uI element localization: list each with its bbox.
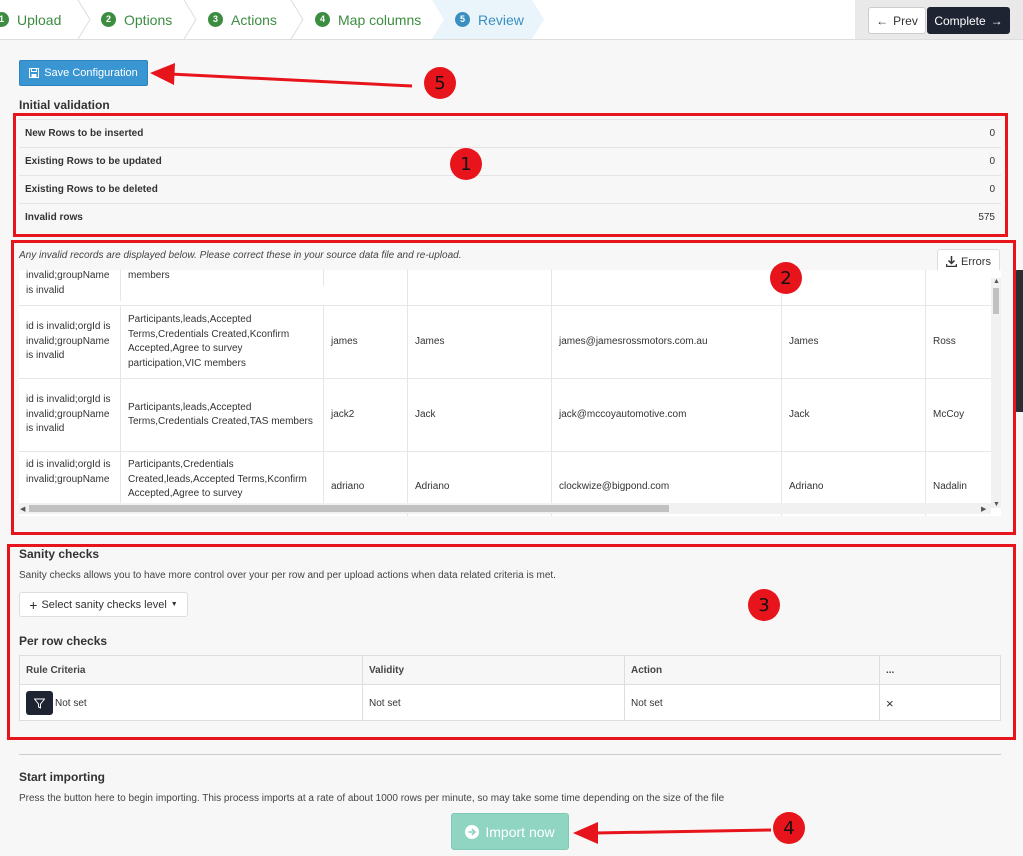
start-importing-title: Start importing	[19, 770, 105, 784]
step-actions[interactable]: 3 Actions	[208, 0, 277, 39]
arrow-right-icon: →	[990, 13, 1003, 28]
arrow-left-icon: ←	[876, 13, 889, 28]
wizard-nav: ← Prev Complete →	[855, 0, 1023, 39]
annotation-box-3	[7, 544, 1016, 740]
import-now-button[interactable]: Import now	[451, 813, 569, 850]
start-importing-description: Press the button here to begin importing…	[19, 793, 725, 804]
initial-validation-title: Initial validation	[19, 98, 110, 112]
save-icon	[29, 68, 40, 78]
step-label: Options	[124, 11, 173, 28]
step-label: Map columns	[338, 11, 422, 28]
save-configuration-label: Save Configuration	[44, 67, 138, 79]
annotation-badge-3: 3	[748, 589, 780, 621]
prev-label: Prev	[893, 13, 918, 28]
step-review[interactable]: 5 Review	[455, 0, 524, 39]
import-wizard-page: 1 Upload 2 Options 3 Actions 4 Map colum…	[0, 0, 1023, 856]
save-configuration-button[interactable]: Save Configuration	[19, 60, 148, 86]
wizard-steps-bar: 1 Upload 2 Options 3 Actions 4 Map colum…	[0, 0, 1023, 40]
annotation-arrow-4	[573, 822, 772, 844]
import-now-label: Import now	[485, 823, 555, 840]
step-separator	[183, 0, 197, 39]
step-number: 3	[208, 12, 223, 27]
step-number: 2	[101, 12, 116, 27]
complete-button[interactable]: Complete →	[927, 7, 1010, 34]
annotation-badge-4: 4	[773, 812, 805, 844]
prev-button[interactable]: ← Prev	[868, 7, 926, 34]
annotation-badge-1: 1	[450, 148, 482, 180]
step-upload[interactable]: 1 Upload	[0, 0, 61, 39]
step-options[interactable]: 2 Options	[101, 0, 172, 39]
step-map-columns[interactable]: 4 Map columns	[315, 0, 421, 39]
step-label: Upload	[17, 11, 62, 28]
arrow-circle-right-icon	[465, 824, 480, 839]
step-separator	[77, 0, 91, 39]
annotation-badge-2: 2	[770, 262, 802, 294]
step-separator	[290, 0, 304, 39]
step-label: Review	[478, 11, 524, 28]
complete-label: Complete	[934, 13, 986, 28]
step-number: 1	[0, 12, 9, 27]
annotation-badge-5: 5	[424, 67, 456, 99]
annotation-box-1	[13, 113, 1008, 237]
annotation-arrow-5	[150, 63, 413, 88]
step-label: Actions	[231, 11, 277, 28]
step-number: 5	[455, 12, 470, 27]
annotation-box-2	[11, 240, 1016, 535]
section-divider	[19, 754, 1001, 755]
step-number: 4	[315, 12, 330, 27]
